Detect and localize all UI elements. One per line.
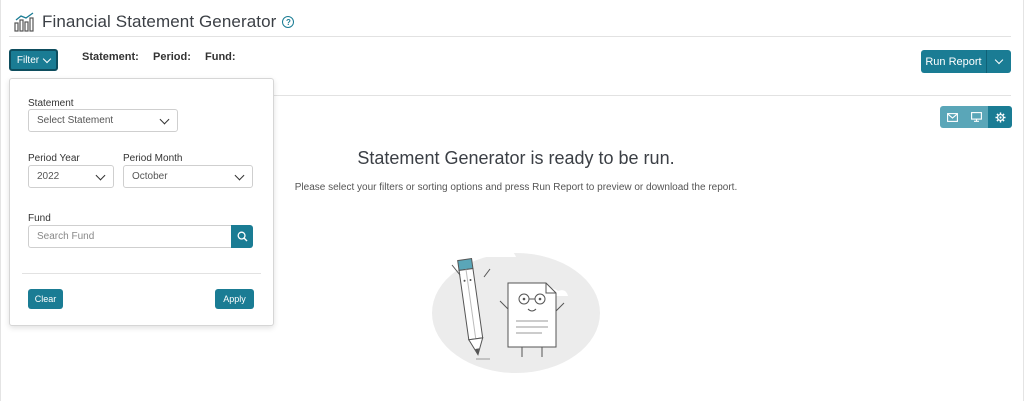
divider xyxy=(271,95,1011,96)
page-title: Financial Statement Generator xyxy=(42,12,277,31)
apply-button[interactable]: Apply xyxy=(215,289,254,309)
period-month-value: October xyxy=(132,171,168,182)
statement-select[interactable]: Select Statement xyxy=(28,109,178,132)
app-frame: Financial Statement Generator ? Filter S… xyxy=(0,0,1024,401)
run-report-label[interactable]: Run Report xyxy=(921,50,987,73)
filter-button-label: Filter xyxy=(16,54,40,66)
filter-panel: Statement Select Statement Period Year 2… xyxy=(9,78,274,326)
divider xyxy=(22,273,261,274)
divider xyxy=(9,36,1011,37)
filter-button[interactable]: Filter xyxy=(9,49,58,71)
clear-button[interactable]: Clear xyxy=(28,289,63,309)
fund-search-button[interactable] xyxy=(231,225,253,248)
chart-icon xyxy=(14,12,34,32)
email-button[interactable] xyxy=(940,106,964,128)
period-year-label: Period Year xyxy=(28,153,80,164)
criteria-statement: Statement: xyxy=(82,51,139,63)
page-header: Financial Statement Generator ? xyxy=(14,9,295,35)
settings-button[interactable] xyxy=(988,106,1012,128)
fund-search: Search Fund xyxy=(28,225,253,248)
chevron-down-icon xyxy=(159,114,170,125)
chevron-down-icon xyxy=(95,170,106,181)
fund-search-input[interactable]: Search Fund xyxy=(28,225,231,248)
period-month-select[interactable]: October xyxy=(123,165,253,188)
gear-icon xyxy=(994,111,1006,123)
period-year-value: 2022 xyxy=(37,171,60,182)
fund-label: Fund xyxy=(28,213,51,224)
statement-label: Statement xyxy=(28,98,74,109)
help-icon[interactable]: ? xyxy=(282,16,295,28)
criteria-period: Period: xyxy=(153,51,191,63)
empty-state-illustration xyxy=(432,247,600,373)
period-year-select[interactable]: 2022 xyxy=(28,165,114,188)
statement-select-value: Select Statement xyxy=(37,115,114,126)
criteria-fund: Fund: xyxy=(205,51,236,63)
period-month-label: Period Month xyxy=(123,153,183,164)
monitor-icon xyxy=(970,112,982,122)
chevron-down-icon xyxy=(994,55,1004,65)
output-toolbar xyxy=(940,106,1012,128)
preview-button[interactable] xyxy=(964,106,988,128)
chevron-down-icon xyxy=(42,54,52,63)
run-report-dropdown[interactable] xyxy=(987,50,1011,73)
chevron-down-icon xyxy=(234,170,245,181)
mail-icon xyxy=(946,112,958,122)
run-report-button[interactable]: Run Report xyxy=(921,50,1011,73)
search-icon xyxy=(237,231,247,242)
